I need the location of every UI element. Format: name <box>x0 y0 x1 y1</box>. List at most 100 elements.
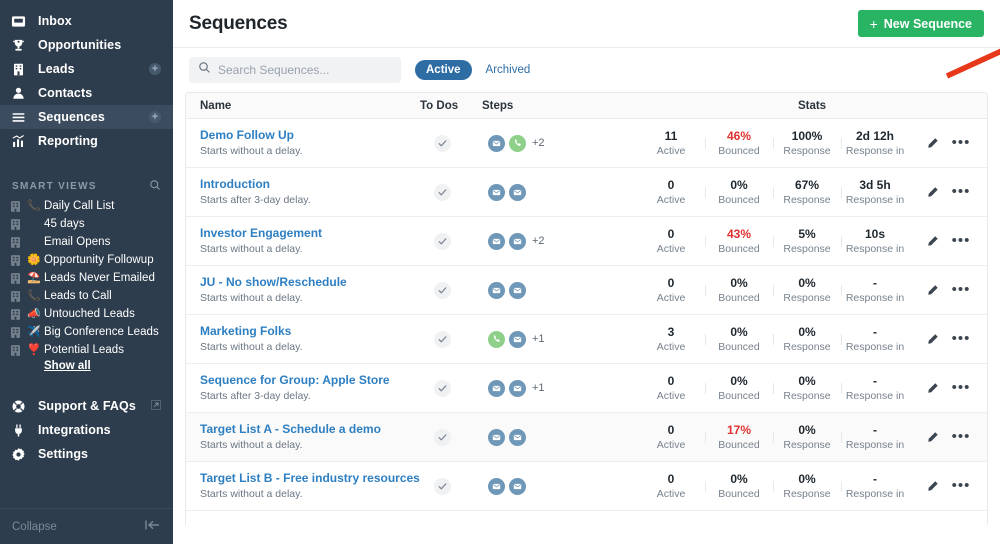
sidebar-item-sequences[interactable]: Sequences + <box>0 105 173 129</box>
stat-response: 100%Response <box>773 129 841 158</box>
step-email-icon[interactable] <box>488 478 505 495</box>
step-email-icon[interactable] <box>509 233 526 250</box>
table-row[interactable]: Investor EngagementStarts without a dela… <box>186 217 987 266</box>
collapse-arrow-icon <box>145 519 161 534</box>
table-row[interactable]: Target List B - Free industry resourcesS… <box>186 462 987 511</box>
more-options-icon[interactable]: ••• <box>952 335 971 343</box>
edit-pencil-icon[interactable] <box>926 480 939 493</box>
step-email-icon[interactable] <box>509 331 526 348</box>
step-email-icon[interactable] <box>509 478 526 495</box>
more-options-icon[interactable]: ••• <box>952 384 971 392</box>
smart-view-item[interactable]: 📞 Leads to Call <box>0 287 173 305</box>
check-icon[interactable] <box>434 380 451 397</box>
step-phone-icon[interactable] <box>488 331 505 348</box>
sequence-name-link[interactable]: Introduction <box>200 177 420 192</box>
stat-response-value: 67% <box>795 178 819 193</box>
step-email-icon[interactable] <box>488 233 505 250</box>
table-row[interactable]: Sequence for Group: Apple StoreStarts af… <box>186 364 987 413</box>
cell-name: Target List A - Schedule a demoStarts wi… <box>186 422 420 453</box>
more-options-icon[interactable]: ••• <box>952 139 971 147</box>
umbrella-emoji-icon: ⛱️ <box>27 273 44 284</box>
more-options-icon[interactable]: ••• <box>952 482 971 490</box>
new-sequence-button[interactable]: + New Sequence <box>858 10 984 37</box>
sequence-name-link[interactable]: Sequence for Group: Apple Store <box>200 373 420 388</box>
smart-view-item[interactable]: 🌼 Opportunity Followup <box>0 251 173 269</box>
more-options-icon[interactable]: ••• <box>952 188 971 196</box>
sidebar-item-inbox[interactable]: Inbox <box>0 9 173 33</box>
building-icon <box>11 201 27 212</box>
sidebar-bottom-nav: Support & FAQs Integrations Settings <box>0 394 173 466</box>
step-email-icon[interactable] <box>509 184 526 201</box>
check-icon[interactable] <box>434 184 451 201</box>
step-email-icon[interactable] <box>488 429 505 446</box>
cell-actions: ••• <box>909 186 987 199</box>
sidebar-item-integrations[interactable]: Integrations <box>0 418 173 442</box>
step-email-icon[interactable] <box>488 282 505 299</box>
search-icon[interactable] <box>149 179 161 194</box>
more-options-icon[interactable]: ••• <box>952 433 971 441</box>
smart-view-item[interactable]: ❣️ Potential Leads <box>0 341 173 359</box>
table-row[interactable]: Demo Follow UpStarts without a delay.+21… <box>186 119 987 168</box>
step-email-icon[interactable] <box>488 135 505 152</box>
sidebar-main-nav: Inbox Opportunities Leads + Contacts <box>0 0 173 153</box>
smart-view-item[interactable]: 📣 Untouched Leads <box>0 305 173 323</box>
sidebar-item-support[interactable]: Support & FAQs <box>0 394 173 418</box>
sequence-name-link[interactable]: Marketing Folks <box>200 324 420 339</box>
tab-active[interactable]: Active <box>415 60 472 80</box>
stat-bounced-label: Bounced <box>718 389 759 403</box>
step-email-icon[interactable] <box>488 380 505 397</box>
more-options-icon[interactable]: ••• <box>952 237 971 245</box>
edit-pencil-icon[interactable] <box>926 431 939 444</box>
sequence-name-link[interactable]: Target List A - Schedule a demo <box>200 422 420 437</box>
sidebar-item-settings[interactable]: Settings <box>0 442 173 466</box>
edit-pencil-icon[interactable] <box>926 235 939 248</box>
sequence-name-link[interactable]: JU - No show/Reschedule <box>200 275 420 290</box>
step-email-icon[interactable] <box>509 380 526 397</box>
table-row[interactable]: JU - No show/RescheduleStarts without a … <box>186 266 987 315</box>
sidebar-item-reporting[interactable]: Reporting <box>0 129 173 153</box>
show-all-link[interactable]: Show all <box>0 360 173 372</box>
cell-actions: ••• <box>909 431 987 444</box>
check-icon[interactable] <box>434 331 451 348</box>
check-icon[interactable] <box>434 282 451 299</box>
chart-icon <box>11 133 30 149</box>
edit-pencil-icon[interactable] <box>926 333 939 346</box>
check-icon[interactable] <box>434 233 451 250</box>
sequence-name-link[interactable]: Target List B - Free industry resources <box>200 471 420 486</box>
building-icon <box>11 237 27 248</box>
edit-pencil-icon[interactable] <box>926 137 939 150</box>
step-phone-icon[interactable] <box>509 135 526 152</box>
more-options-icon[interactable]: ••• <box>952 286 971 294</box>
add-sequence-button[interactable]: + <box>149 111 161 123</box>
smart-view-item[interactable]: ✈️ Big Conference Leads <box>0 323 173 341</box>
tab-archived[interactable]: Archived <box>486 64 531 76</box>
edit-pencil-icon[interactable] <box>926 284 939 297</box>
table-row[interactable]: IntroductionStarts after 3-day delay.0Ac… <box>186 168 987 217</box>
check-icon[interactable] <box>434 429 451 446</box>
check-icon[interactable] <box>434 135 451 152</box>
search-input[interactable] <box>218 63 392 77</box>
smart-view-item[interactable]: ⛱️ Leads Never Emailed <box>0 269 173 287</box>
step-email-icon[interactable] <box>488 184 505 201</box>
sidebar-item-opportunities[interactable]: Opportunities <box>0 33 173 57</box>
table-row[interactable]: Marketing FolksStarts without a delay.+1… <box>186 315 987 364</box>
step-email-icon[interactable] <box>509 429 526 446</box>
search-sequences-box[interactable] <box>189 57 401 83</box>
check-icon[interactable] <box>434 478 451 495</box>
add-lead-button[interactable]: + <box>149 63 161 75</box>
table-row-partial[interactable] <box>186 511 987 525</box>
stat-response-in-value: 3d 5h <box>859 178 890 193</box>
smart-view-item[interactable]: 📞 Daily Call List <box>0 197 173 215</box>
sidebar-item-leads[interactable]: Leads + <box>0 57 173 81</box>
smart-view-item[interactable]: Email Opens <box>0 233 173 251</box>
edit-pencil-icon[interactable] <box>926 186 939 199</box>
table-row[interactable]: Target List A - Schedule a demoStarts wi… <box>186 413 987 462</box>
edit-pencil-icon[interactable] <box>926 382 939 395</box>
collapse-sidebar-button[interactable]: Collapse <box>0 508 173 544</box>
cell-todos <box>420 478 482 495</box>
step-email-icon[interactable] <box>509 282 526 299</box>
sequence-name-link[interactable]: Demo Follow Up <box>200 128 420 143</box>
sequence-name-link[interactable]: Investor Engagement <box>200 226 420 241</box>
smart-view-item[interactable]: 45 days <box>0 215 173 233</box>
sidebar-item-contacts[interactable]: Contacts <box>0 81 173 105</box>
